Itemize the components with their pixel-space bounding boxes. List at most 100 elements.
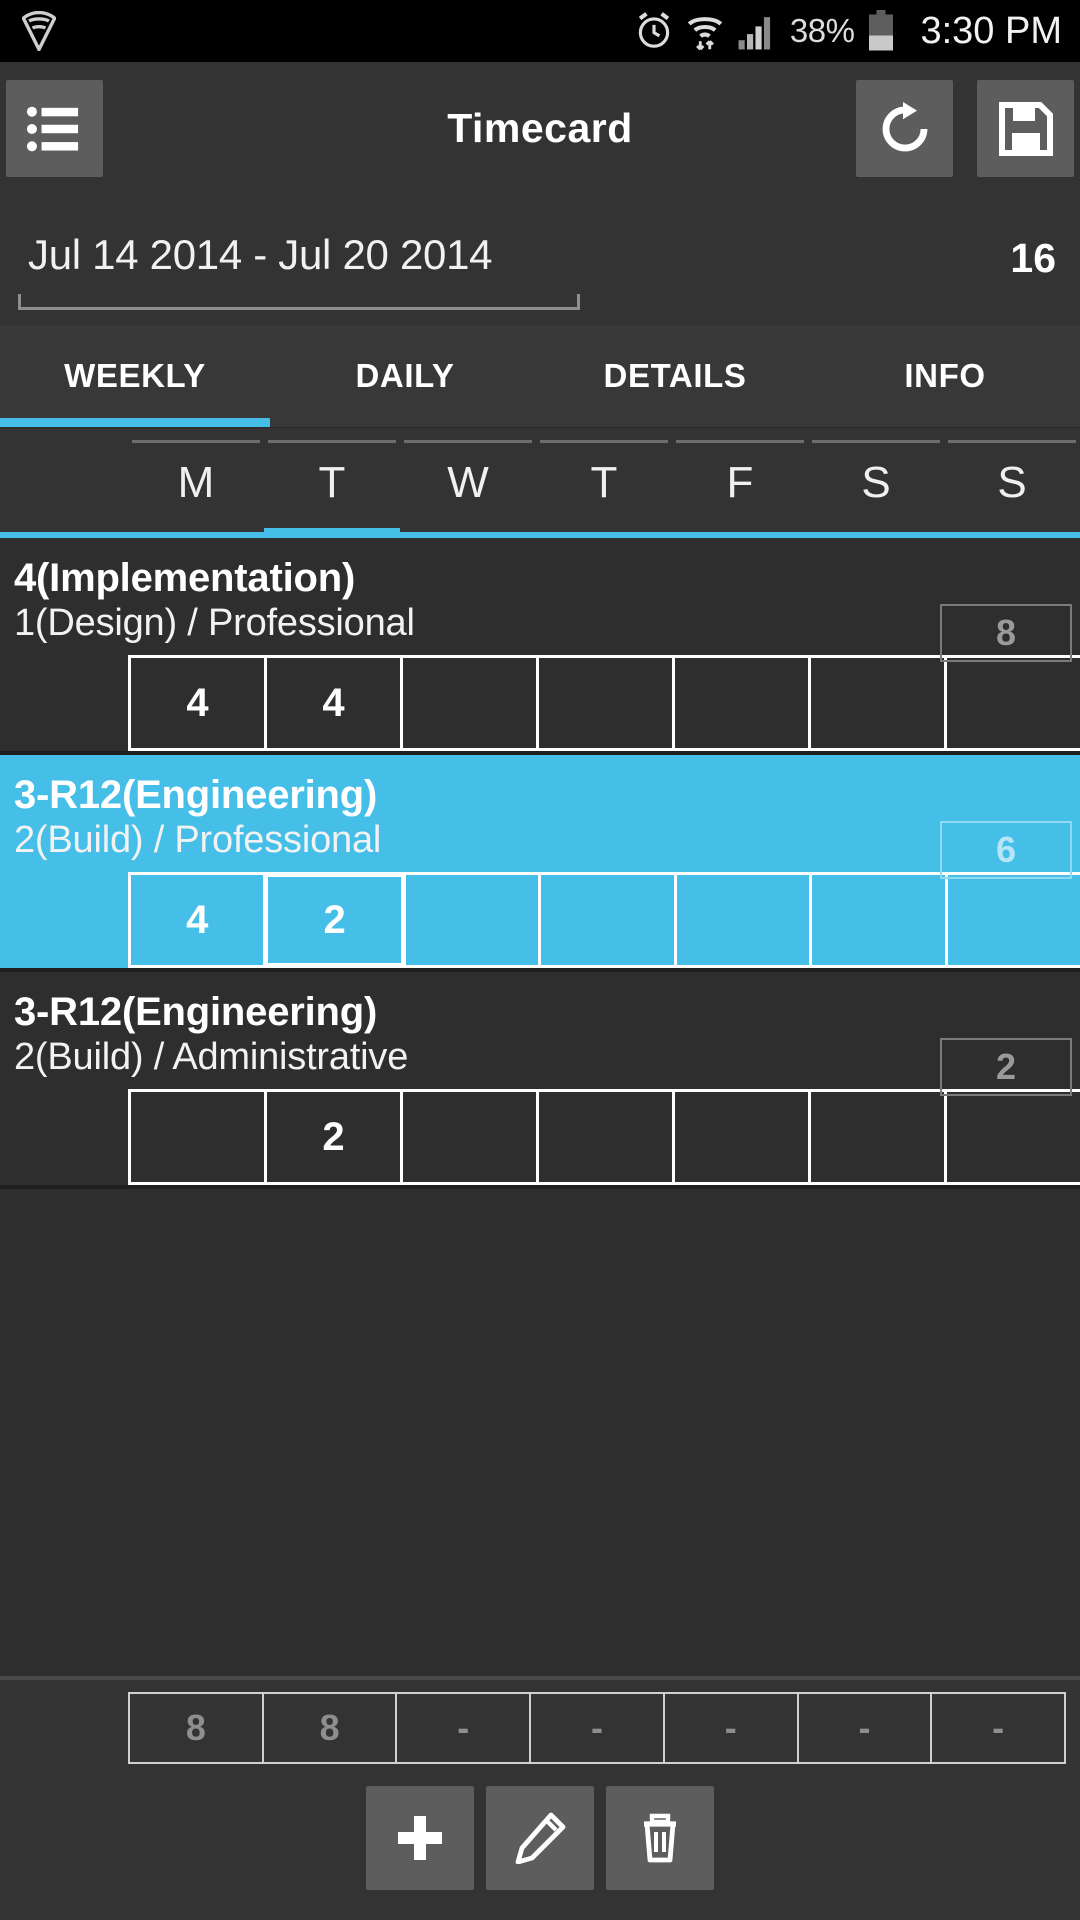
day-tab-sat-indicator: [808, 528, 944, 538]
tab-details-label: DETAILS: [603, 357, 747, 394]
week-total-label: 16: [1010, 235, 1056, 281]
pencil-icon: [514, 1812, 566, 1864]
edit-button[interactable]: [486, 1786, 594, 1890]
day-totals-row: 8 8 - - - - -: [0, 1692, 1080, 1764]
hour-cell[interactable]: [808, 1089, 947, 1185]
row-subtitle: 2(Build) / Professional: [14, 819, 382, 861]
tab-weekly-label: WEEKLY: [64, 357, 206, 394]
bottom-bar: 8 8 - - - - -: [0, 1676, 1080, 1920]
row-cells: 4 4: [0, 655, 1080, 751]
delete-button[interactable]: [606, 1786, 714, 1890]
row-cells: 4 2: [0, 872, 1080, 968]
day-total-cell: -: [529, 1692, 665, 1764]
list-menu-icon: [26, 104, 84, 154]
day-tab-wed-label: W: [447, 458, 489, 507]
action-bar: [0, 1764, 1080, 1920]
tab-daily-indicator: [270, 418, 540, 427]
refresh-icon: [877, 101, 933, 157]
day-tab-thu-indicator: [536, 528, 672, 538]
hour-cell[interactable]: 4: [128, 872, 267, 968]
day-total-cell: -: [662, 1692, 799, 1764]
table-row[interactable]: 3-R12(Engineering) 2(Build) / Profession…: [0, 755, 1080, 972]
hour-cell[interactable]: 4: [264, 655, 403, 751]
hour-cell[interactable]: [538, 872, 677, 968]
hour-cell[interactable]: [672, 655, 811, 751]
day-tab-sun-indicator: [944, 528, 1080, 538]
hour-cell[interactable]: [944, 1089, 1080, 1185]
day-tab-thu-divider: [540, 440, 668, 443]
row-subtitle: 1(Design) / Professional: [14, 602, 415, 644]
status-clock: 3:30 PM: [920, 9, 1062, 52]
table-row[interactable]: 3-R12(Engineering) 2(Build) / Administra…: [0, 972, 1080, 1189]
hour-cell-selected[interactable]: 2: [263, 872, 406, 968]
add-button[interactable]: [366, 1786, 474, 1890]
battery-percent-label: 38%: [789, 12, 855, 49]
cellular-signal-icon: [737, 11, 777, 51]
day-tab-wed[interactable]: W: [400, 428, 536, 538]
day-tab-sun-label: S: [997, 458, 1027, 507]
day-tab-fri-indicator: [672, 528, 808, 538]
day-tab-fri-label: F: [726, 458, 754, 507]
tab-weekly-indicator: [0, 418, 270, 427]
day-tab-sat[interactable]: S: [808, 428, 944, 538]
day-tab-thu-label: T: [590, 458, 618, 507]
hour-cell[interactable]: 2: [264, 1089, 403, 1185]
plus-icon: [394, 1812, 446, 1864]
battery-icon: [867, 10, 895, 52]
hour-cell[interactable]: [400, 1089, 539, 1185]
hour-cell[interactable]: [400, 655, 539, 751]
day-tab-wed-divider: [404, 440, 532, 443]
wifi-icon: [686, 11, 724, 51]
tab-info-indicator: [810, 418, 1080, 427]
day-tab-mon-label: M: [177, 458, 215, 507]
hour-cell[interactable]: [128, 1089, 267, 1185]
day-tab-tue[interactable]: T: [264, 428, 400, 538]
alarm-clock-icon: [635, 11, 673, 51]
day-tab-mon[interactable]: M: [128, 428, 264, 538]
hour-cell[interactable]: 4: [128, 655, 267, 751]
date-range-label[interactable]: Jul 14 2014 - Jul 20 2014: [28, 231, 492, 279]
menu-button[interactable]: [6, 80, 103, 177]
date-spinner-underline: [18, 294, 580, 310]
day-tab-tue-indicator: [264, 528, 400, 538]
tab-info[interactable]: INFO: [810, 325, 1080, 427]
tab-details[interactable]: DETAILS: [540, 325, 810, 427]
day-tab-sat-label: S: [861, 458, 891, 507]
day-tab-tue-divider: [268, 440, 396, 443]
tab-weekly[interactable]: WEEKLY: [0, 325, 270, 427]
day-total-cell: -: [930, 1692, 1067, 1764]
day-tab-fri-divider: [676, 440, 804, 443]
hour-cell[interactable]: [673, 872, 813, 968]
date-range-row[interactable]: Jul 14 2014 - Jul 20 2014 16: [0, 195, 1080, 325]
row-subtitle: 2(Build) / Administrative: [14, 1036, 409, 1078]
hour-cell[interactable]: [809, 872, 948, 968]
tab-info-label: INFO: [904, 357, 986, 394]
vpn-shield-icon: [22, 11, 56, 51]
tab-daily-label: DAILY: [355, 357, 455, 394]
day-tab-mon-indicator: [128, 528, 264, 538]
hour-cell[interactable]: [808, 655, 947, 751]
day-tab-sun[interactable]: S: [944, 428, 1080, 538]
timecard-rows: 4(Implementation) 1(Design) / Profession…: [0, 538, 1080, 1189]
hour-cell[interactable]: [944, 872, 1080, 968]
day-tab-tue-label: T: [318, 458, 346, 507]
floppy-save-icon: [998, 101, 1054, 157]
save-button[interactable]: [977, 80, 1074, 177]
day-tab-fri[interactable]: F: [672, 428, 808, 538]
hour-cell[interactable]: [402, 872, 542, 968]
refresh-button[interactable]: [856, 80, 953, 177]
row-week-total: 2: [940, 1038, 1072, 1096]
hour-cell[interactable]: [536, 1089, 675, 1185]
day-tab-thu[interactable]: T: [536, 428, 672, 538]
hour-cell[interactable]: [944, 655, 1080, 751]
tab-details-indicator: [540, 418, 810, 427]
row-title: 4(Implementation): [14, 556, 356, 600]
hour-cell[interactable]: [536, 655, 675, 751]
row-title: 3-R12(Engineering): [14, 773, 378, 817]
status-bar: 38% 3:30 PM: [0, 0, 1080, 62]
tab-daily[interactable]: DAILY: [270, 325, 540, 427]
day-strip-spacer: [0, 428, 128, 538]
table-row[interactable]: 4(Implementation) 1(Design) / Profession…: [0, 538, 1080, 755]
trash-icon: [635, 1812, 685, 1864]
hour-cell[interactable]: [672, 1089, 811, 1185]
